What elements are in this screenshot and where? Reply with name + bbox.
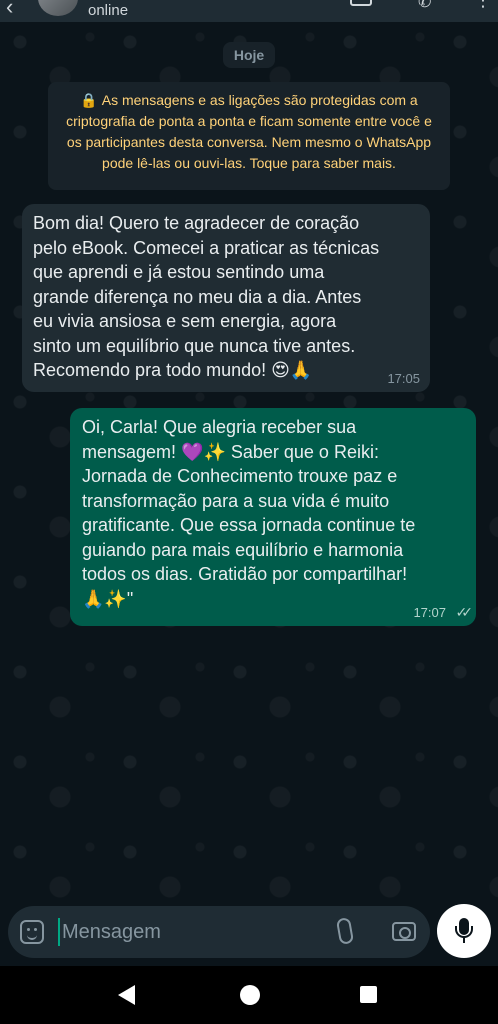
video-call-icon[interactable] — [350, 0, 372, 6]
phone-add-icon[interactable]: ✆ — [418, 0, 431, 12]
message-input[interactable] — [62, 914, 322, 950]
arrow-left-icon[interactable]: ‹ — [6, 0, 13, 20]
incoming-message-bubble[interactable]: Bom dia! Quero te agradecer de coração p… — [22, 204, 430, 392]
message-composer — [8, 906, 430, 958]
sticker-icon[interactable] — [20, 920, 44, 944]
message-text: Bom dia! Quero te agradecer de coração p… — [33, 213, 380, 380]
encryption-notice[interactable]: 🔒 As mensagens e as ligações são protegid… — [48, 82, 450, 190]
microphone-icon — [455, 918, 473, 938]
nav-recents-icon[interactable] — [360, 986, 377, 1003]
contact-status: online — [88, 2, 129, 19]
message-text: Oi, Carla! Que alegria receber sua mensa… — [82, 417, 416, 609]
microphone-stem — [463, 937, 465, 943]
voice-message-button[interactable] — [437, 904, 491, 958]
nav-back-icon[interactable] — [118, 985, 135, 1005]
outgoing-message-bubble[interactable]: Oi, Carla! Que alegria receber sua mensa… — [70, 408, 476, 626]
android-navigation-bar — [0, 966, 498, 1024]
encryption-notice-text: As mensagens e as ligações são protegida… — [66, 92, 432, 171]
contact-avatar[interactable] — [38, 0, 78, 16]
paperclip-icon[interactable] — [335, 916, 355, 946]
read-receipt-icon: ✓✓ — [455, 604, 474, 620]
message-time: 17:05 — [387, 371, 420, 386]
chat-screen: ‹ online ✆ ⋮ Hoje 🔒 As mensagens e as lig… — [0, 0, 498, 1024]
camera-icon[interactable] — [392, 922, 416, 941]
text-cursor — [58, 918, 60, 946]
chat-header: ‹ online ✆ ⋮ — [0, 0, 498, 22]
nav-home-icon[interactable] — [240, 985, 260, 1005]
message-time: 17:07 — [413, 605, 446, 620]
more-vert-icon[interactable]: ⋮ — [474, 0, 492, 11]
lock-icon: 🔒 — [80, 92, 98, 108]
date-chip: Hoje — [223, 42, 275, 68]
